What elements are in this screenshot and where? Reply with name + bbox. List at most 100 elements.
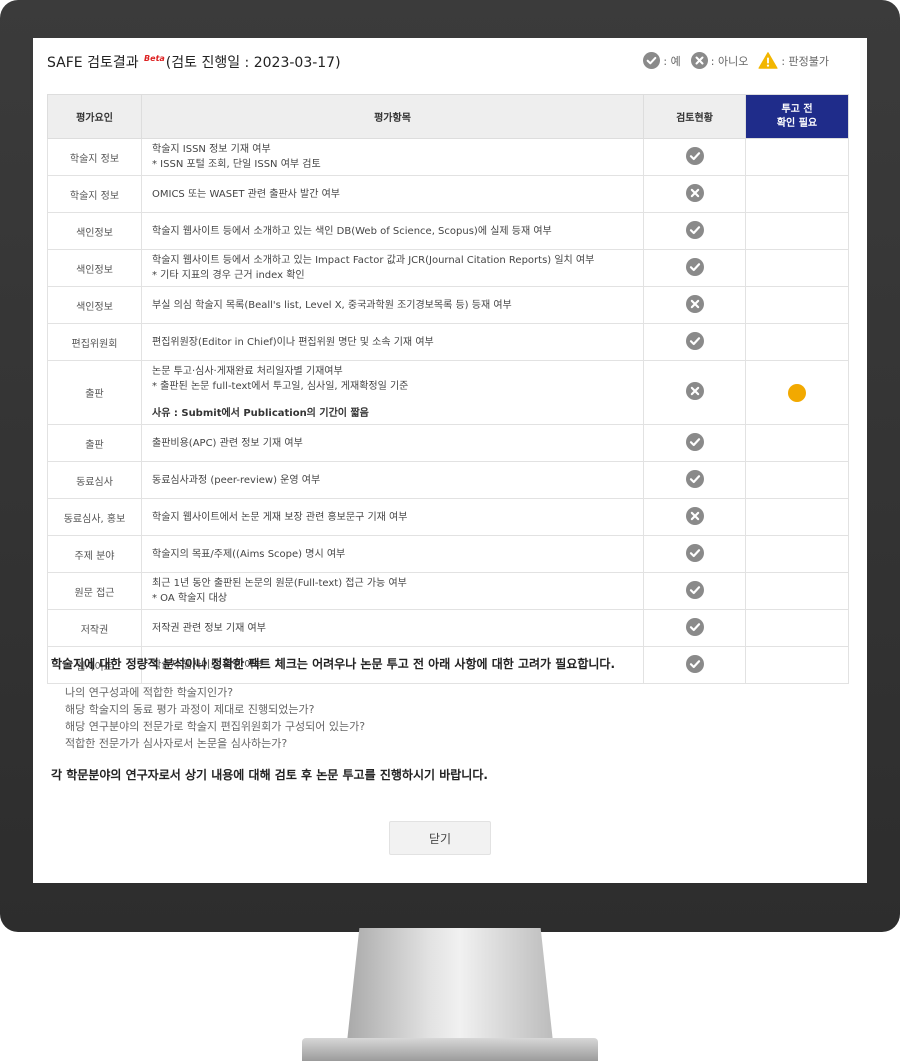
table-body: 학술지 정보 학술지 ISSN 정보 기재 여부 * ISSN 포털 조회, 단일 … <box>47 138 849 684</box>
confirm-cell <box>745 212 849 250</box>
item-cell: 최근 1년 동안 출판된 논문의 원문(Full-text) 접근 가능 여부 *… <box>141 572 644 610</box>
item-text: 논문 투고·심사·게재완료 처리일자별 기재여부 <box>152 366 343 377</box>
factor-cell: 색인정보 <box>47 249 142 287</box>
factor-cell: 저작권 <box>47 609 142 647</box>
item-cell: 학술지 웹사이트 등에서 소개하고 있는 Impact Factor 값과 JC… <box>141 249 644 287</box>
legend-item-yes: : 예 <box>643 52 681 69</box>
status-cell <box>643 249 746 287</box>
warning-triangle-icon <box>758 52 778 69</box>
confirm-cell <box>745 175 849 213</box>
status-cell <box>643 360 746 425</box>
confirm-needed-dot-icon <box>788 383 806 402</box>
question-item: 적합한 전문가가 심사자로서 논문을 심사하는가? <box>65 737 288 750</box>
x-circle-icon <box>685 382 704 400</box>
item-subnote: * OA 학술지 대상 <box>152 593 228 604</box>
x-circle-icon <box>685 506 704 525</box>
factor-cell: 동료심사 <box>47 461 142 499</box>
item-cell: 학술지 웹사이트 등에서 소개하고 있는 색인 DB(Web of Scienc… <box>141 212 644 250</box>
check-circle-icon <box>685 580 704 599</box>
confirm-cell <box>745 286 849 324</box>
screen: SAFE 검토결과 Beta(검토 진행일 : 2023-03-17) : 예 … <box>33 38 867 883</box>
check-circle-icon <box>685 617 704 636</box>
status-cell <box>643 286 746 324</box>
item-text: 학술지 웹사이트 등에서 소개하고 있는 Impact Factor 값과 JC… <box>152 255 595 266</box>
header-confirm-line1: 투고 전 <box>781 103 813 115</box>
item-subnote: * 기타 지표의 경우 근거 index 확인 <box>152 270 305 281</box>
question-item: 해당 연구분야의 전문가로 학술지 편집위원회가 구성되어 있는가? <box>65 720 366 733</box>
item-cell: 동료심사과정 (peer-review) 운영 여부 <box>141 461 644 499</box>
check-circle-icon <box>685 220 704 239</box>
legend-label-undetermined: : 판정불가 <box>781 54 829 68</box>
status-cell <box>643 572 746 610</box>
confirm-cell <box>745 461 849 499</box>
header-confirm: 투고 전 확인 필요 <box>745 94 849 139</box>
check-circle-icon <box>685 543 704 562</box>
factor-cell: 출판 <box>47 360 142 425</box>
table-row: 주제 분야 학술지의 목표/주제((Aims Scope) 명시 여부 <box>47 535 849 573</box>
table-row: 편집위원회 편집위원장(Editor in Chief)이나 편집위원 명단 및 … <box>47 323 849 361</box>
item-text: 학술지 웹사이트 등에서 소개하고 있는 색인 DB(Web of Scienc… <box>152 225 552 237</box>
legend-label-yes: : 예 <box>663 54 681 68</box>
beta-badge: Beta <box>144 54 165 64</box>
status-cell <box>643 609 746 647</box>
confirm-cell <box>745 323 849 361</box>
close-button[interactable]: 닫기 <box>389 821 491 855</box>
item-cell: 편집위원장(Editor in Chief)이나 편집위원 명단 및 소속 기재… <box>141 323 644 361</box>
item-text: 편집위원장(Editor in Chief)이나 편집위원 명단 및 소속 기재… <box>152 336 434 348</box>
confirm-cell <box>745 646 849 684</box>
factor-cell: 주제 분야 <box>47 535 142 573</box>
table-row: 동료심사, 홍보 학술지 웹사이트에서 논문 게재 보장 관련 홍보문구 기재 여… <box>47 498 849 536</box>
factor-cell: 출판 <box>47 424 142 462</box>
item-cell: 저작권 관련 정보 기재 여부 <box>141 609 644 647</box>
table-header-row: 평가요인 평가항목 검토현황 투고 전 확인 필요 <box>47 94 849 139</box>
title-main: SAFE 검토결과 <box>47 55 139 71</box>
check-circle-icon <box>685 257 704 276</box>
item-text: 최근 1년 동안 출판된 논문의 원문(Full-text) 접근 가능 여부 <box>152 578 407 589</box>
item-cell: 부실 의심 학술지 목록(Beall's list, Level X, 중국과학… <box>141 286 644 324</box>
factor-cell: 색인정보 <box>47 286 142 324</box>
item-subnote: * ISSN 포털 조회, 단일 ISSN 여부 검토 <box>152 159 321 170</box>
legend: : 예 : 아니오 : 판정불가 <box>633 52 829 69</box>
item-reason: 사유 : Submit에서 Publication의 기간이 짧음 <box>152 408 369 419</box>
confirm-cell <box>745 535 849 573</box>
factor-cell: 원문 접근 <box>47 572 142 610</box>
x-circle-icon <box>690 52 708 69</box>
status-cell <box>643 212 746 250</box>
factor-cell: 색인정보 <box>47 212 142 250</box>
item-text: 학술지 웹사이트에서 논문 게재 보장 관련 홍보문구 기재 여부 <box>152 511 408 523</box>
item-text: 학술지 ISSN 정보 기재 여부 <box>152 144 271 155</box>
title-date: (검토 진행일 : 2023-03-17) <box>165 55 341 71</box>
check-circle-icon <box>685 654 704 673</box>
table-row: 출판 논문 투고·심사·게재완료 처리일자별 기재여부 * 출판된 논문 full-… <box>47 360 849 425</box>
table-row: 색인정보 학술지 웹사이트 등에서 소개하고 있는 Impact Factor 값… <box>47 249 849 287</box>
table-row: 색인정보 부실 의심 학술지 목록(Beall's list, Level X, … <box>47 286 849 324</box>
confirm-cell <box>745 249 849 287</box>
status-cell <box>643 461 746 499</box>
question-list: 나의 연구성과에 적합한 학술지인가? 해당 학술지의 동료 평가 과정이 제대… <box>65 684 365 752</box>
item-cell: 출판비용(APC) 관련 정보 기재 여부 <box>141 424 644 462</box>
status-cell <box>643 323 746 361</box>
item-text: 출판비용(APC) 관련 정보 기재 여부 <box>152 437 303 449</box>
page-title: SAFE 검토결과 Beta(검토 진행일 : 2023-03-17) <box>47 52 341 72</box>
item-text: 저작권 관련 정보 기재 여부 <box>152 622 266 634</box>
monitor-stand-base <box>302 1038 598 1061</box>
table-row: 학술지 정보 학술지 ISSN 정보 기재 여부 * ISSN 포털 조회, 단일 … <box>47 138 849 176</box>
item-cell: 학술지의 목표/주제((Aims Scope) 명시 여부 <box>141 535 644 573</box>
legend-item-no: : 아니오 <box>690 52 749 69</box>
table-row: 저작권 저작권 관련 정보 기재 여부 <box>47 609 849 647</box>
table-row: 출판 출판비용(APC) 관련 정보 기재 여부 <box>47 424 849 462</box>
check-circle-icon <box>685 432 704 451</box>
item-cell: OMICS 또는 WASET 관련 출판사 발간 여부 <box>141 175 644 213</box>
item-cell: 논문 투고·심사·게재완료 처리일자별 기재여부 * 출판된 논문 full-te… <box>141 360 644 425</box>
factor-cell: 편집위원회 <box>47 323 142 361</box>
legend-item-undetermined: : 판정불가 <box>758 52 829 69</box>
item-subnote: * 출판된 논문 full-text에서 투고일, 심사일, 게재확정일 기준 <box>152 381 409 392</box>
factor-cell: 학술지 정보 <box>47 175 142 213</box>
confirm-cell <box>745 138 849 176</box>
item-cell: 학술지 ISSN 정보 기재 여부 * ISSN 포털 조회, 단일 ISSN 여… <box>141 138 644 176</box>
header-factor: 평가요인 <box>47 94 142 139</box>
confirm-cell <box>745 609 849 647</box>
item-text: 학술지의 목표/주제((Aims Scope) 명시 여부 <box>152 548 346 560</box>
legend-label-no: : 아니오 <box>710 54 749 68</box>
notice-text: 학술지에 대한 정량적 분석이나 정확한 팩트 체크는 어려우나 논문 투고 전… <box>51 657 616 671</box>
